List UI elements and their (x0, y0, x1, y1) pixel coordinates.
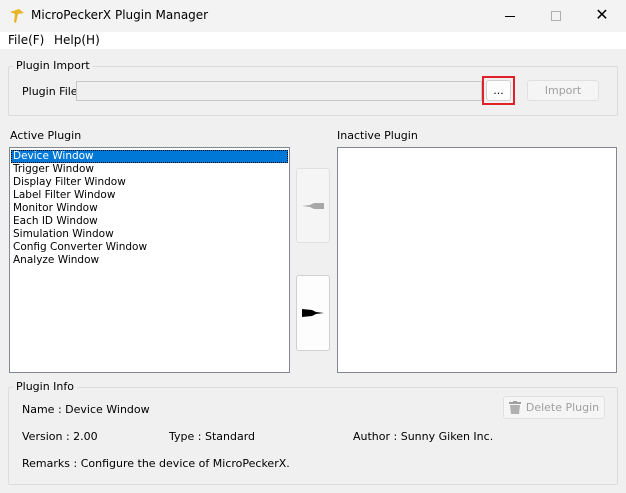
active-plugin-label: Active Plugin (10, 129, 82, 142)
trash-icon (508, 401, 521, 414)
menu-file[interactable]: File(F) (8, 33, 44, 47)
list-item[interactable]: Config Converter Window (11, 241, 288, 254)
window-title: MicroPeckerX Plugin Manager (31, 8, 209, 22)
minimize-button[interactable] (490, 4, 530, 28)
deactivate-button[interactable] (296, 275, 330, 351)
plugin-type: Type : Standard (169, 430, 256, 443)
app-logo-icon (10, 9, 24, 23)
import-button[interactable]: Import (527, 80, 599, 101)
plugin-remarks: Remarks : Configure the device of MicroP… (22, 457, 290, 470)
activate-button[interactable] (296, 168, 330, 243)
arrow-right-icon (302, 309, 324, 317)
list-item[interactable]: Trigger Window (11, 163, 288, 176)
menu-help[interactable]: Help(H) (54, 33, 100, 47)
active-plugin-list[interactable]: Device Window Trigger Window Display Fil… (9, 147, 290, 373)
list-item[interactable]: Monitor Window (11, 202, 288, 215)
arrow-left-icon (302, 202, 324, 209)
list-item[interactable]: Label Filter Window (11, 189, 288, 202)
list-item[interactable]: Each ID Window (11, 215, 288, 228)
plugin-import-label: Plugin Import (13, 59, 93, 72)
maximize-button[interactable] (536, 4, 576, 28)
list-item[interactable]: Device Window (11, 150, 288, 163)
list-item[interactable]: Analyze Window (11, 254, 288, 267)
plugin-file-label: Plugin File (22, 85, 78, 98)
list-item[interactable]: Simulation Window (11, 228, 288, 241)
browse-button[interactable]: ... (486, 80, 511, 101)
delete-plugin-button[interactable]: Delete Plugin (503, 396, 605, 419)
close-button[interactable]: ✕ (582, 4, 622, 28)
plugin-version: Version : 2.00 (22, 430, 98, 443)
inactive-plugin-label: Inactive Plugin (337, 129, 418, 142)
title-bar: MicroPeckerX Plugin Manager ✕ (0, 0, 626, 32)
plugin-name: Name : Device Window (22, 403, 150, 416)
inactive-plugin-list[interactable] (337, 147, 617, 373)
menu-bar: File(F) Help(H) (0, 32, 626, 49)
delete-plugin-label: Delete Plugin (525, 401, 600, 414)
plugin-file-input[interactable] (76, 81, 482, 101)
plugin-info-label: Plugin Info (13, 380, 77, 393)
list-item[interactable]: Display Filter Window (11, 176, 288, 189)
plugin-author: Author : Sunny Giken Inc. (353, 430, 494, 443)
